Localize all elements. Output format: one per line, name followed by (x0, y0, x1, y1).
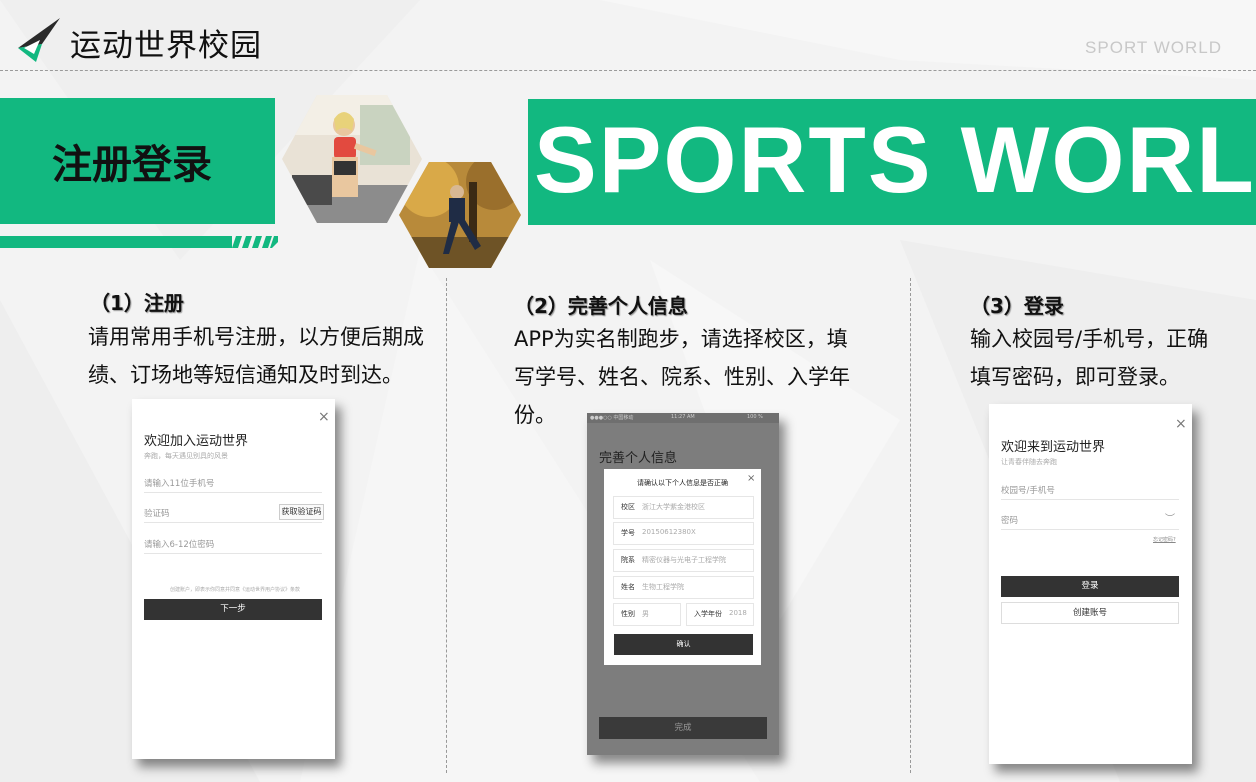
register-title: 欢迎加入运动世界 (144, 434, 249, 449)
field-value: 男 (642, 610, 649, 618)
field-value: 生物工程学院 (642, 583, 684, 591)
field-label: 院系 (621, 556, 635, 564)
campus-field[interactable]: 校区 浙江大学紫金港校区 (613, 496, 754, 519)
status-bar: ●●●○○ 中国移动 11:27 AM 100 % (587, 413, 779, 423)
column-divider (910, 278, 911, 773)
login-button[interactable]: 登录 (1001, 576, 1179, 597)
password-field[interactable]: 请输入6-12位密码 (144, 538, 322, 554)
field-label: 性别 (621, 610, 635, 618)
login-title: 欢迎来到运动世界 (1001, 440, 1106, 455)
login-subtitle: 让青春伴随去奔跑 (1001, 458, 1057, 466)
status-time: 11:27 AM (671, 414, 695, 420)
password-field[interactable]: 密码 (1001, 514, 1179, 530)
done-button[interactable]: 完成 (599, 717, 767, 739)
agreement-text[interactable]: 创建账户，即表示你同意并同意《运动世界用户协议》条款 (170, 586, 300, 593)
header-top-right-label: SPORT WORLD (1085, 38, 1222, 57)
register-subtitle: 奔跑，每天遇见别具的风景 (144, 452, 228, 460)
sports-world-banner: SPORTS WORLD (528, 99, 1256, 225)
login-screen: × 欢迎来到运动世界 让青春伴随去奔跑 校园号/手机号 密码 ︶ 忘记密码? 登… (989, 404, 1192, 764)
confirm-button[interactable]: 确认 (614, 634, 753, 655)
eye-closed-icon[interactable]: ︶ (1165, 510, 1175, 525)
sports-world-logo-icon (18, 18, 60, 62)
field-label: 学号 (621, 529, 635, 537)
step-body-register: 请用常用手机号注册，以方便后期成 绩、订场地等短信通知及时到达。 (88, 318, 424, 394)
step-body-line: APP为实名制跑步，请选择校区，填 (514, 327, 848, 351)
gender-field[interactable]: 性别男 (613, 603, 681, 626)
department-field[interactable]: 院系 精密仪器与光电子工程学院 (613, 549, 754, 572)
forgot-password-link[interactable]: 忘记密码? (1153, 536, 1176, 543)
name-field[interactable]: 姓名 生物工程学院 (613, 576, 754, 599)
step-body-line: 请用常用手机号注册，以方便后期成 (88, 325, 424, 349)
section-title: 注册登录 (52, 142, 212, 188)
field-label: 入学年份 (694, 610, 722, 618)
brand-title: 运动世界校园 (70, 28, 262, 64)
step-body-login: 输入校园号/手机号，正确 填写密码，即可登录。 (970, 320, 1208, 396)
close-icon[interactable]: × (747, 473, 755, 484)
runner-photo-hexagon (399, 162, 521, 268)
get-code-button[interactable]: 获取验证码 (279, 504, 324, 520)
step-body-line: 填写密码，即可登录。 (970, 365, 1180, 389)
header-divider (0, 70, 1256, 71)
step-heading-profile: （2）完善个人信息 (514, 294, 688, 318)
step-body-line: 输入校园号/手机号，正确 (970, 327, 1209, 351)
close-icon[interactable]: × (1175, 416, 1187, 432)
field-label: 校区 (621, 503, 635, 511)
account-field[interactable]: 校园号/手机号 (1001, 484, 1179, 500)
phone-number-field[interactable]: 请输入11位手机号 (144, 477, 322, 493)
field-value: 精密仪器与光电子工程学院 (642, 556, 726, 564)
sports-world-banner-text: SPORTS WORLD (534, 107, 1256, 212)
field-label: 姓名 (621, 583, 635, 591)
field-value: 浙江大学紫金港校区 (642, 503, 705, 511)
step-heading-login: （3）登录 (970, 294, 1064, 318)
next-button[interactable]: 下一步 (144, 599, 322, 620)
column-divider (446, 278, 447, 773)
modal-title: 请确认以下个人信息是否正确 (637, 479, 728, 487)
register-screen: × 欢迎加入运动世界 奔跑，每天遇见别具的风景 请输入11位手机号 验证码 获取… (132, 399, 335, 759)
create-account-button[interactable]: 创建账号 (1001, 602, 1179, 624)
step-body-line: 绩、订场地等短信通知及时到达。 (88, 363, 403, 387)
step-body-line: 写学号、姓名、院系、性别、入学年 (514, 365, 850, 389)
student-id-field[interactable]: 学号 20150612380X (613, 522, 754, 545)
carrier-signal: ●●●○○ 中国移动 (590, 415, 634, 421)
step-heading-register: （1）注册 (90, 291, 184, 315)
field-value: 2018 (729, 609, 747, 617)
field-value: 20150612380X (642, 528, 696, 536)
accent-stripe (0, 236, 278, 248)
profile-page-title: 完善个人信息 (599, 451, 678, 466)
battery-level: 100 % (747, 414, 763, 420)
close-icon[interactable]: × (318, 409, 330, 425)
enrollment-year-field[interactable]: 入学年份 2018 (686, 603, 754, 626)
